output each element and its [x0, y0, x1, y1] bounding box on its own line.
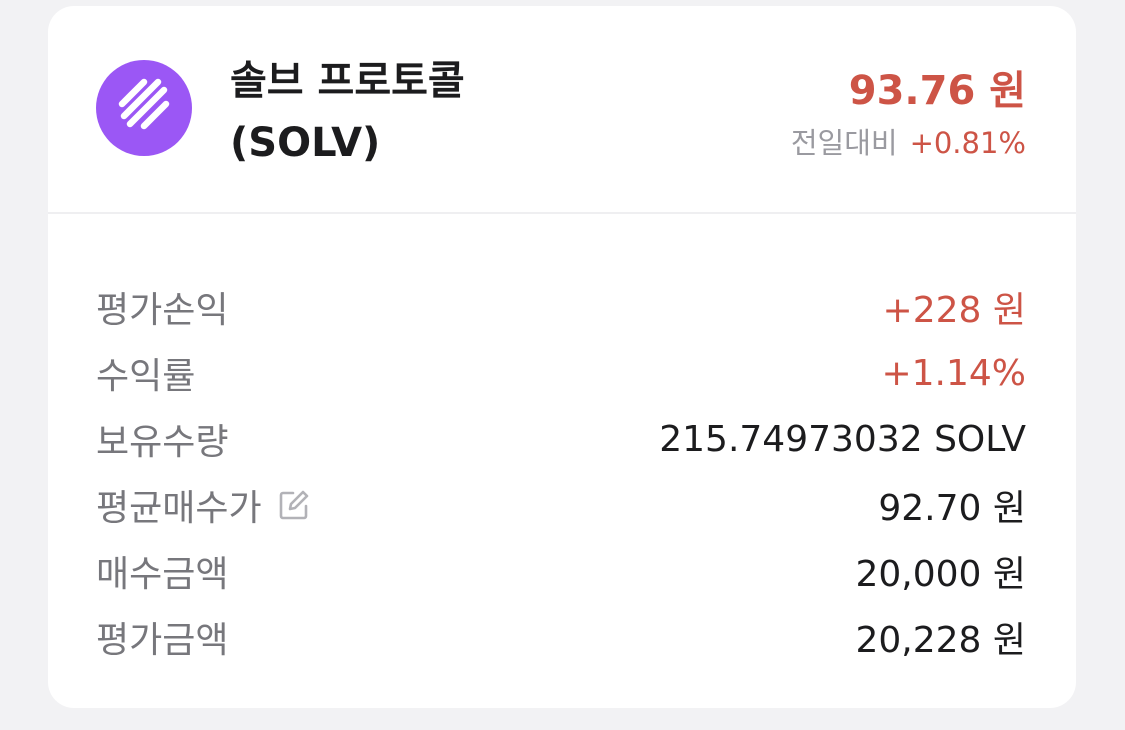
solv-logo-icon: [96, 60, 192, 156]
row-value: 92.70 원: [878, 488, 1026, 529]
row-label: 평가손익: [96, 290, 229, 331]
row-avg-price: 평균매수가 92.70 원: [96, 472, 1026, 538]
coin-symbol: (SOLV): [230, 120, 381, 166]
row-label: 평균매수가: [96, 488, 262, 529]
daily-change: 전일대비 +0.81%: [791, 120, 1026, 162]
current-price: 93.76 원: [848, 68, 1026, 114]
row-value: 215.74973032 SOLV: [659, 418, 1026, 460]
edit-icon[interactable]: [276, 487, 312, 523]
holding-details: 평가손익 +228 원 수익률 +1.14% 보유수량 215.74973032…: [96, 274, 1026, 670]
asset-card: 솔브 프로토콜 (SOLV) 93.76 원 전일대비 +0.81% 평가손익 +…: [48, 6, 1076, 708]
row-return-rate: 수익률 +1.14%: [96, 340, 1026, 406]
row-label: 매수금액: [96, 554, 229, 595]
coin-header[interactable]: 솔브 프로토콜 (SOLV) 93.76 원 전일대비 +0.81%: [48, 6, 1076, 214]
row-value: 20,000 원: [855, 554, 1026, 595]
row-label: 수익률: [96, 356, 196, 397]
coin-name: 솔브 프로토콜: [230, 58, 465, 104]
daily-change-label: 전일대비: [790, 126, 898, 160]
row-label: 평가금액: [96, 620, 229, 661]
daily-change-value: +0.81%: [909, 126, 1026, 160]
row-profit-loss: 평가손익 +228 원: [96, 274, 1026, 340]
row-value: +228 원: [882, 290, 1026, 331]
row-label: 보유수량: [96, 422, 229, 463]
row-eval-amount: 평가금액 20,228 원: [96, 604, 1026, 670]
row-quantity: 보유수량 215.74973032 SOLV: [96, 406, 1026, 472]
row-label-wrap: 평균매수가: [96, 479, 312, 531]
row-value: 20,228 원: [855, 620, 1026, 661]
row-value: +1.14%: [881, 352, 1026, 394]
row-buy-amount: 매수금액 20,000 원: [96, 538, 1026, 604]
coin-title: 솔브 프로토콜 (SOLV): [230, 50, 650, 174]
